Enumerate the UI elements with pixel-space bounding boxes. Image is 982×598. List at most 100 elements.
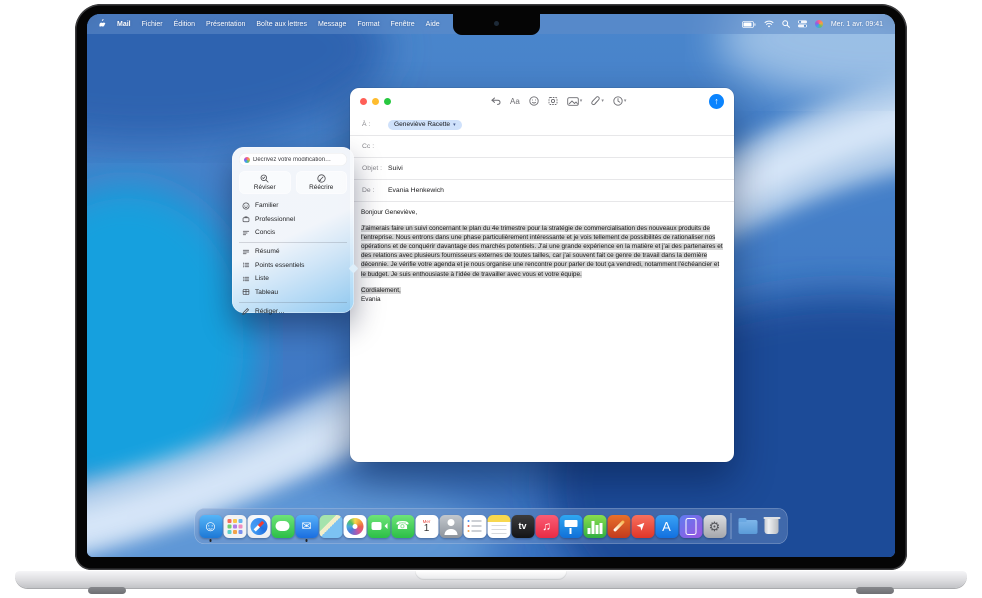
close-button[interactable] xyxy=(360,98,367,105)
trash-app-icon xyxy=(760,515,783,538)
iphone-mirroring-app-icon xyxy=(679,515,702,538)
table-icon xyxy=(241,288,250,296)
menu-format[interactable]: Format xyxy=(357,21,379,28)
dock-item-trash[interactable] xyxy=(760,515,784,538)
dock-item-system-settings[interactable]: ⚙ xyxy=(703,515,727,538)
professional-icon xyxy=(241,215,250,223)
dock-item-rocket[interactable]: ➤ xyxy=(631,515,655,538)
numbers-app-icon xyxy=(583,515,606,538)
writing-tools-item-familier[interactable]: Familier xyxy=(239,199,347,213)
subject-field[interactable]: Objet : Suivi xyxy=(350,157,734,179)
apple-menu-icon[interactable] xyxy=(99,19,107,30)
writing-tools-item-rédiger[interactable]: Rédiger… xyxy=(239,305,347,319)
writing-tools-item-liste[interactable]: Liste xyxy=(239,272,347,286)
dock-separator xyxy=(731,513,732,539)
rewrite-button[interactable]: Réécrire xyxy=(296,171,348,194)
menu-bar-clock[interactable]: Mer. 1 avr. 09:41 xyxy=(831,21,883,28)
menu-divider xyxy=(239,302,347,303)
zoom-button[interactable] xyxy=(384,98,391,105)
proofread-button[interactable]: Réviser xyxy=(239,171,291,194)
emoji-icon[interactable] xyxy=(529,96,539,106)
safari-app-icon xyxy=(247,515,270,538)
siri-icon[interactable] xyxy=(815,20,823,28)
status-area: Mer. 1 avr. 09:41 xyxy=(742,20,883,28)
dock-item-messages[interactable] xyxy=(271,515,295,538)
menu-pr-sentation[interactable]: Présentation xyxy=(206,21,245,28)
token-chevron-icon: ▾ xyxy=(453,122,456,128)
laptop-foot xyxy=(856,587,894,594)
dock-item-notes[interactable] xyxy=(487,515,511,538)
window-controls xyxy=(360,98,391,105)
cc-field[interactable]: Cc : xyxy=(350,135,734,157)
running-indicator xyxy=(305,539,308,542)
control-center-icon[interactable] xyxy=(798,20,807,28)
dock-item-iphone-mirroring[interactable] xyxy=(679,515,703,538)
subject-label: Objet : xyxy=(362,165,388,172)
writing-tools-item-tableau[interactable]: Tableau xyxy=(239,286,347,300)
from-field[interactable]: De : Evania Henkewich xyxy=(350,179,734,201)
messages-app-icon xyxy=(271,515,294,538)
wifi-icon[interactable] xyxy=(764,20,774,28)
menu-bo-te-aux-lettres[interactable]: Boîte aux lettres xyxy=(256,21,307,28)
dock-item-mail[interactable]: ✉ xyxy=(295,515,319,538)
dock-item-music[interactable]: ♫ xyxy=(535,515,559,538)
send-button[interactable]: ↑ xyxy=(709,94,724,109)
dock-item-launchpad[interactable] xyxy=(223,515,247,538)
system-settings-app-icon: ⚙ xyxy=(703,515,726,538)
menu-items: Mail Fichier Édition Présentation Boîte aux … xyxy=(117,21,440,28)
camera-notch xyxy=(453,14,540,35)
body-closing-selected: Cordialement, xyxy=(361,287,401,294)
dock-item-keynote[interactable] xyxy=(559,515,583,538)
minimize-button[interactable] xyxy=(372,98,379,105)
search-icon[interactable] xyxy=(782,20,790,28)
mail-app-icon: ✉ xyxy=(295,515,318,538)
menu-divider xyxy=(239,242,347,243)
downloads-app-icon xyxy=(736,515,759,538)
writing-tools-menu: FamilierProfessionnelConcis RésuméPoints … xyxy=(239,199,347,318)
dock-item-facetime[interactable] xyxy=(367,515,391,538)
battery-icon[interactable] xyxy=(742,21,756,28)
writing-tools-popup: Décrivez votre modification… RéviserRééc… xyxy=(232,147,354,313)
writing-tools-item-résumé[interactable]: Résumé xyxy=(239,245,347,259)
menu--dition[interactable]: Édition xyxy=(174,21,195,28)
menu-mail[interactable]: Mail xyxy=(117,21,131,28)
writing-tools-item-concis[interactable]: Concis xyxy=(239,226,347,240)
menu-message[interactable]: Message xyxy=(318,21,346,28)
dock-item-maps[interactable] xyxy=(319,515,343,538)
dock-item-numbers[interactable] xyxy=(583,515,607,538)
dock-item-reminders[interactable] xyxy=(463,515,487,538)
dock-item-tv[interactable]: tv xyxy=(511,515,535,538)
dock-item-downloads[interactable] xyxy=(736,515,760,538)
menu-fichier[interactable]: Fichier xyxy=(142,21,163,28)
send-later-dropdown[interactable]: ▾ xyxy=(613,96,627,106)
dock-item-finder[interactable]: ☺ xyxy=(199,515,223,538)
message-body[interactable]: Bonjour Geneviève, J'aimerais faire un s… xyxy=(350,201,734,310)
dock-item-app-store[interactable]: A xyxy=(655,515,679,538)
dock-item-pages[interactable] xyxy=(607,515,631,538)
dock-item-contacts[interactable] xyxy=(439,515,463,538)
stationery-icon[interactable] xyxy=(548,96,558,106)
friendly-icon xyxy=(241,202,250,210)
menu-aide[interactable]: Aide xyxy=(426,21,440,28)
dock-item-photos[interactable] xyxy=(343,515,367,538)
recipient-token[interactable]: Geneviève Racette ▾ xyxy=(388,120,462,130)
undo-icon[interactable] xyxy=(491,97,501,105)
keynote-app-icon xyxy=(559,515,582,538)
dock-item-phone[interactable]: ☎ xyxy=(391,515,415,538)
concise-icon xyxy=(241,229,250,237)
format-icon[interactable]: Aa xyxy=(510,97,520,106)
attach-dropdown[interactable]: ▾ xyxy=(591,96,604,106)
writing-tools-item-points-essentiels[interactable]: Points essentiels xyxy=(239,259,347,273)
writing-tools-item-professionnel[interactable]: Professionnel xyxy=(239,213,347,227)
to-field[interactable]: À : Geneviève Racette ▾ xyxy=(350,114,734,135)
menu-fen-tre[interactable]: Fenêtre xyxy=(391,21,415,28)
pages-app-icon xyxy=(607,515,630,538)
laptop-foot xyxy=(88,587,126,594)
photo-browser-dropdown[interactable]: ▾ xyxy=(567,97,583,106)
describe-change-input[interactable]: Décrivez votre modification… xyxy=(239,153,347,166)
dock-item-calendar[interactable]: Mer1 xyxy=(415,515,439,538)
dock-item-safari[interactable] xyxy=(247,515,271,538)
describe-change-placeholder: Décrivez votre modification… xyxy=(253,157,331,163)
photos-app-icon xyxy=(343,515,366,538)
dock: ☺ ✉ ☎Mer1 tv♫ ➤A ⚙ xyxy=(195,508,788,544)
